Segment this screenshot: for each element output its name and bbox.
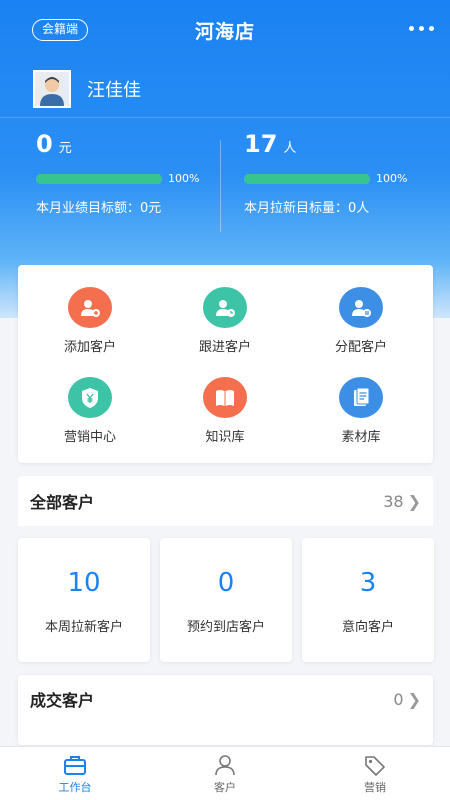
document-icon — [339, 377, 383, 418]
add-user-icon — [68, 287, 112, 328]
customer-icon — [215, 755, 235, 776]
intention-customers-value: 3 — [359, 568, 377, 598]
knowledge-base-label: 知识库 — [205, 430, 245, 445]
more-dot-icon — [419, 26, 424, 31]
deal-customers-section: 成交客户 0 ❯ — [18, 675, 433, 745]
tab-customers-label: 客户 — [214, 781, 236, 794]
marketing-center-label: 营销中心 — [63, 430, 116, 445]
user-name: 汪佳佳 — [87, 79, 141, 101]
assign-user-icon — [339, 287, 383, 328]
add-customer-label: 添加客户 — [63, 340, 116, 355]
deal-customers-header[interactable]: 成交客户 0 ❯ — [18, 675, 433, 723]
appointment-customers-value: 0 — [217, 568, 235, 598]
tab-marketing-label: 营销 — [364, 781, 386, 794]
all-customers-section: 全部客户 38 ❯ 10 本周拉新客户 0 预约到店客户 3 意向客户 — [18, 476, 434, 662]
intention-customers-label: 意向客户 — [341, 620, 394, 635]
tab-workbench-label: 工作台 — [58, 781, 92, 794]
performance-progress-fill — [36, 173, 162, 184]
follow-customer-label: 跟进客户 — [198, 340, 251, 355]
performance-progress-bar — [36, 173, 162, 184]
assign-customer-button[interactable]: 分配客户 — [292, 265, 430, 355]
deal-customers-count: 0 — [393, 689, 404, 709]
performance-target: 本月业绩目标额：0元 — [36, 201, 162, 216]
performance-stat: 0元 100% 本月业绩目标额：0元 — [36, 130, 236, 216]
avatar[interactable] — [33, 69, 71, 108]
intention-customers-card[interactable]: 3 意向客户 — [302, 538, 434, 662]
newcomers-value: 17 — [244, 130, 278, 158]
top-bar: 会籍端 河海店 — [0, 0, 450, 60]
more-menu-button[interactable] — [409, 26, 434, 31]
follow-customer-button[interactable]: 跟进客户 — [156, 265, 294, 355]
briefcase-icon — [64, 756, 86, 775]
tag-icon — [365, 756, 385, 776]
more-dot-icon — [409, 26, 414, 31]
tab-workbench[interactable]: 工作台 — [0, 747, 150, 800]
newcomers-target: 本月拉新目标量：0人 — [244, 201, 370, 216]
newcomers-progress-fill — [244, 173, 370, 184]
newcomers-stat: 17 人 100% 本月拉新目标量：0人 — [244, 130, 444, 216]
bottom-tab-bar: 工作台 客户 营销 — [0, 746, 450, 800]
user-row[interactable]: 汪佳佳 — [0, 60, 450, 118]
material-library-label: 素材库 — [341, 430, 381, 445]
add-customer-button[interactable]: 添加客户 — [21, 265, 159, 355]
follow-user-icon — [203, 287, 247, 328]
appointment-customers-label: 预约到店客户 — [186, 620, 265, 635]
chevron-right-icon: ❯ — [407, 689, 421, 709]
deal-customers-title: 成交客户 — [30, 691, 95, 710]
chevron-right-icon: ❯ — [407, 491, 421, 511]
stats-panel: 0元 100% 本月业绩目标额：0元 17 人 100% 本月拉新目标量：0人 — [0, 130, 450, 240]
assign-customer-label: 分配客户 — [334, 340, 387, 355]
all-customers-count: 38 — [383, 491, 404, 511]
tab-customers[interactable]: 客户 — [150, 747, 300, 800]
marketing-center-button[interactable]: 营销中心 — [21, 355, 159, 445]
more-dot-icon — [429, 26, 434, 31]
new-customers-week-value: 10 — [67, 568, 101, 598]
all-customers-title: 全部客户 — [30, 493, 95, 512]
knowledge-base-button[interactable]: 知识库 — [156, 355, 294, 445]
newcomers-progress-bar — [244, 173, 370, 184]
newcomers-percent: 100% — [376, 172, 408, 185]
all-customers-header[interactable]: 全部客户 38 ❯ — [18, 476, 433, 526]
performance-unit: 元 — [58, 141, 72, 156]
book-icon — [203, 377, 247, 418]
new-customers-week-card[interactable]: 10 本周拉新客户 — [18, 538, 150, 662]
newcomers-unit: 人 — [283, 141, 297, 156]
avatar-icon — [35, 71, 69, 106]
page-title: 河海店 — [194, 20, 255, 43]
performance-value: 0 — [36, 130, 53, 158]
appointment-customers-card[interactable]: 0 预约到店客户 — [160, 538, 292, 662]
customer-summary-cards: 10 本周拉新客户 0 预约到店客户 3 意向客户 — [18, 538, 434, 662]
material-library-button[interactable]: 素材库 — [292, 355, 430, 445]
membership-badge[interactable]: 会籍端 — [32, 19, 89, 41]
quick-actions-card: 添加客户 跟进客户 分配客户 营销中心 知识库 素材库 — [18, 265, 433, 463]
performance-percent: 100% — [168, 172, 200, 185]
new-customers-week-label: 本周拉新客户 — [44, 620, 123, 635]
yen-shield-icon — [68, 377, 112, 418]
tab-marketing[interactable]: 营销 — [300, 747, 450, 800]
